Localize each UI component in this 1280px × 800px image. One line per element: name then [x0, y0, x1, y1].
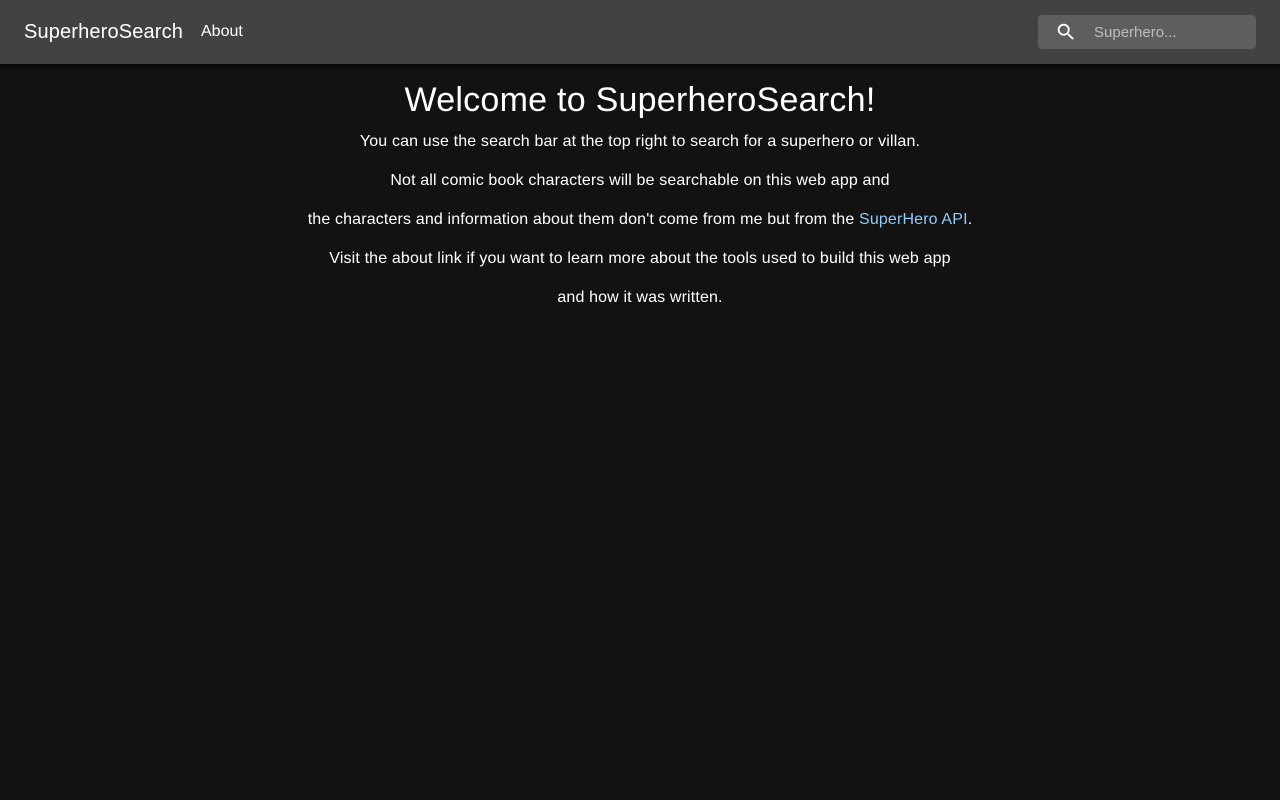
intro-line-4: Visit the about link if you want to lear… — [329, 250, 951, 267]
page-title: Welcome to SuperheroSearch! — [404, 81, 876, 119]
nav-about-link[interactable]: About — [201, 21, 243, 43]
search-box[interactable] — [1038, 15, 1256, 49]
intro-line-2: Not all comic book characters will be se… — [390, 172, 890, 189]
main-content: Welcome to SuperheroSearch! You can use … — [0, 64, 1280, 317]
app-bar: SuperheroSearch About — [0, 0, 1280, 64]
intro-line-3: the characters and information about the… — [0, 200, 1280, 239]
brand-title[interactable]: SuperheroSearch — [24, 19, 183, 45]
superhero-api-link[interactable]: SuperHero API — [859, 211, 968, 228]
search-input[interactable] — [1094, 15, 1250, 49]
intro-line-1: You can use the search bar at the top ri… — [359, 133, 921, 150]
search-icon — [1055, 21, 1077, 43]
intro-line-3-prefix: the characters and information about the… — [307, 211, 859, 228]
intro-line-5: and how it was written. — [557, 289, 723, 306]
intro-line-3-suffix: . — [967, 211, 973, 228]
